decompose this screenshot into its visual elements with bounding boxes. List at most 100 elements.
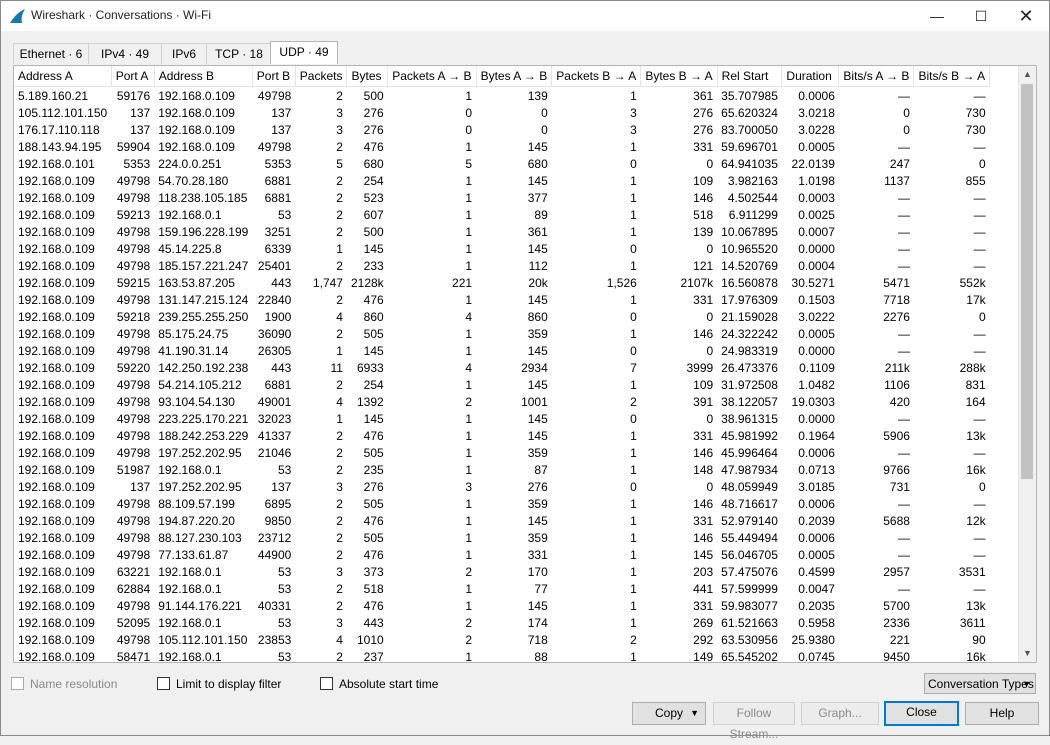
table-cell: 77 (534, 581, 548, 596)
table-row[interactable]: 105.112.101.150 137 192.168.0.109 137 3 276 0 0… (14, 104, 990, 121)
absolute-time-checkbox[interactable]: Absolute start time (320, 677, 438, 691)
tab-ipv6[interactable]: IPv6 (161, 43, 207, 64)
table-cell: 1 (465, 190, 473, 205)
close-icon[interactable]: ✕ (1003, 1, 1049, 31)
table-row[interactable]: 192.168.0.109 49798 45.14.225.8 6339 1 145 1 14… (14, 240, 990, 257)
table-cell: 5471 (883, 275, 910, 290)
table-row[interactable]: 192.168.0.109 49798 105.112.101.150 23853 4 1… (14, 631, 990, 648)
tab-tcp[interactable]: TCP · 18 (206, 43, 272, 64)
table-row[interactable]: 192.168.0.109 49798 159.196.228.199 3251 2 50… (14, 223, 990, 240)
column-header[interactable]: Bytes A → B (476, 66, 553, 87)
table-cell: 2 (336, 326, 343, 341)
column-header[interactable]: Bytes (346, 66, 389, 87)
table-cell: 23853 (257, 632, 292, 647)
column-header[interactable]: Packets (295, 66, 348, 87)
column-header[interactable]: Port A (111, 66, 155, 87)
table-row[interactable]: 192.168.0.109 137 197.252.202.95 137 3 276 3 27… (14, 478, 990, 495)
column-header[interactable]: Bits/s B → A (913, 66, 991, 87)
table-row[interactable]: 176.17.110.118 137 192.168.0.109 137 3 276 0 0 3… (14, 121, 990, 138)
table-row[interactable]: 192.168.0.109 51987 192.168.0.1 53 2 235 1 87 1 1… (14, 461, 990, 478)
table-cell: 2 (336, 224, 343, 239)
vertical-scrollbar[interactable]: ▲ ▼ (1018, 66, 1036, 662)
table-row[interactable]: 192.168.0.109 49798 223.225.170.221 32023 1 1… (14, 410, 990, 427)
table-cell: 3.0185 (798, 479, 835, 494)
column-header[interactable]: Duration (781, 66, 840, 87)
table-cell: 185.157.221.247 (158, 258, 249, 273)
conversations-window: Wireshark · Conversations · Wi-Fi — ☐ ✕ … (0, 0, 1050, 741)
table-row[interactable]: 192.168.0.109 49798 54.214.105.212 6881 2 254… (14, 376, 990, 393)
table-row[interactable]: 192.168.0.109 49798 54.70.28.180 6881 2 254 1 1… (14, 172, 990, 189)
table-cell: 1 (630, 224, 637, 239)
table-row[interactable]: 192.168.0.101 5353 224.0.0.251 5353 5 680 5 680… (14, 155, 990, 172)
table-cell: 0 (630, 156, 637, 171)
table-cell: 41337 (257, 428, 292, 443)
table-row[interactable]: 192.168.0.109 49798 185.157.221.247 25401 2 2… (14, 257, 990, 274)
maximize-icon[interactable]: ☐ (958, 1, 1004, 31)
scroll-down-icon[interactable]: ▼ (1019, 645, 1036, 662)
table-cell: 1 (630, 445, 637, 460)
table-cell: 1 (630, 258, 637, 273)
table-cell: 0.0000 (798, 241, 835, 256)
table-row[interactable]: 188.143.94.195 59904 192.168.0.109 49798 2 47… (14, 138, 990, 155)
column-header[interactable]: Address B (154, 66, 253, 87)
table-cell: 192.168.0.109 (18, 258, 95, 273)
table-row[interactable]: 192.168.0.109 49798 88.109.57.199 6895 2 505 1… (14, 495, 990, 512)
limit-filter-checkbox[interactable]: Limit to display filter (157, 677, 281, 691)
help-button[interactable]: Help (965, 702, 1039, 725)
table-row[interactable]: 192.168.0.109 49798 91.144.176.221 40331 2 47… (14, 597, 990, 614)
table-cell: 192.168.0.109 (18, 360, 95, 375)
table-cell: 1.0198 (798, 173, 835, 188)
table-row[interactable]: 192.168.0.109 58471 192.168.0.1 53 2 237 1 88 1 1… (14, 648, 990, 663)
minimize-icon[interactable]: — (914, 1, 960, 31)
table-row[interactable]: 192.168.0.109 59218 239.255.255.250 1900 4 86… (14, 308, 990, 325)
table-cell: 0.0005 (798, 547, 835, 562)
column-header[interactable]: Bytes B → A (640, 66, 718, 87)
title-bar[interactable]: Wireshark · Conversations · Wi-Fi — ☐ ✕ (1, 1, 1049, 31)
copy-button[interactable]: Copy ▼ (632, 702, 706, 725)
table-row[interactable]: 192.168.0.109 49798 197.252.202.95 21046 2 50… (14, 444, 990, 461)
table-cell: 1 (630, 564, 637, 579)
table-cell: 192.168.0.109 (18, 581, 95, 596)
name-resolution-checkbox[interactable]: Name resolution (11, 677, 117, 691)
table-cell: 1 (630, 649, 637, 663)
table-cell: 0.0745 (798, 649, 835, 663)
table-row[interactable]: 192.168.0.109 63221 192.168.0.1 53 3 373 2 170 1… (14, 563, 990, 580)
table-row[interactable]: 192.168.0.109 49798 194.87.220.20 9850 2 476 1… (14, 512, 990, 529)
table-row[interactable]: 192.168.0.109 49798 188.242.253.229 41337 2 4… (14, 427, 990, 444)
column-header[interactable]: Bits/s A → B (838, 66, 915, 87)
table-row[interactable]: 192.168.0.109 59220 142.250.192.238 443 11 69… (14, 359, 990, 376)
tab-ipv4[interactable]: IPv4 · 49 (88, 43, 162, 64)
table-row[interactable]: 192.168.0.109 49798 77.133.61.87 44900 2 476 1… (14, 546, 990, 563)
table-row[interactable]: 192.168.0.109 59215 163.53.87.205 443 1,747 2… (14, 274, 990, 291)
table-row[interactable]: 192.168.0.109 49798 131.147.215.124 22840 2 4… (14, 291, 990, 308)
table-cell: 1 (465, 224, 473, 239)
scrollbar-thumb[interactable] (1021, 84, 1033, 479)
table-cell: 276 (363, 105, 384, 120)
table-row[interactable]: 192.168.0.109 49798 118.238.105.185 6881 2 52… (14, 189, 990, 206)
table-cell: 0 (706, 343, 714, 358)
conversation-types-button[interactable]: Conversation Types ▼ (924, 673, 1036, 694)
column-header[interactable]: Packets B → A (551, 66, 642, 87)
table-row[interactable]: 5.189.160.21 59176 192.168.0.109 49798 2 500 1… (14, 87, 990, 105)
graph-button[interactable]: Graph... (801, 702, 879, 725)
scroll-up-icon[interactable]: ▲ (1019, 66, 1036, 83)
table-row[interactable]: 192.168.0.109 62884 192.168.0.1 53 2 518 1 77 1 4… (14, 580, 990, 597)
table-row[interactable]: 192.168.0.109 49798 93.104.54.130 49001 4 139… (14, 393, 990, 410)
column-header[interactable]: Address A (14, 66, 112, 87)
table-cell: 77.133.61.87 (158, 547, 229, 562)
tab-udp[interactable]: UDP · 49 (270, 41, 338, 64)
column-header[interactable]: Packets A → B (387, 66, 477, 87)
column-header[interactable]: Rel Start (717, 66, 783, 87)
table-cell: 331 (693, 428, 714, 443)
tab-ethernet[interactable]: Ethernet · 6 (13, 43, 89, 64)
table-cell: 4 (336, 394, 343, 409)
table-row[interactable]: 192.168.0.109 52095 192.168.0.1 53 3 443 2 174 1… (14, 614, 990, 631)
table-row[interactable]: 192.168.0.109 59213 192.168.0.1 53 2 607 1 89 1 5… (14, 206, 990, 223)
close-button[interactable]: Close (884, 701, 959, 726)
table-row[interactable]: 192.168.0.109 49798 88.127.230.103 23712 2 50… (14, 529, 990, 546)
table-row[interactable]: 192.168.0.109 49798 41.190.31.14 26305 1 145 1… (14, 342, 990, 359)
column-header[interactable]: Port B (252, 66, 296, 87)
follow-stream-button[interactable]: Follow Stream... (713, 702, 795, 741)
table-row[interactable]: 192.168.0.109 49798 85.175.24.75 36090 2 505 1… (14, 325, 990, 342)
table-cell: 59218 (116, 309, 151, 324)
